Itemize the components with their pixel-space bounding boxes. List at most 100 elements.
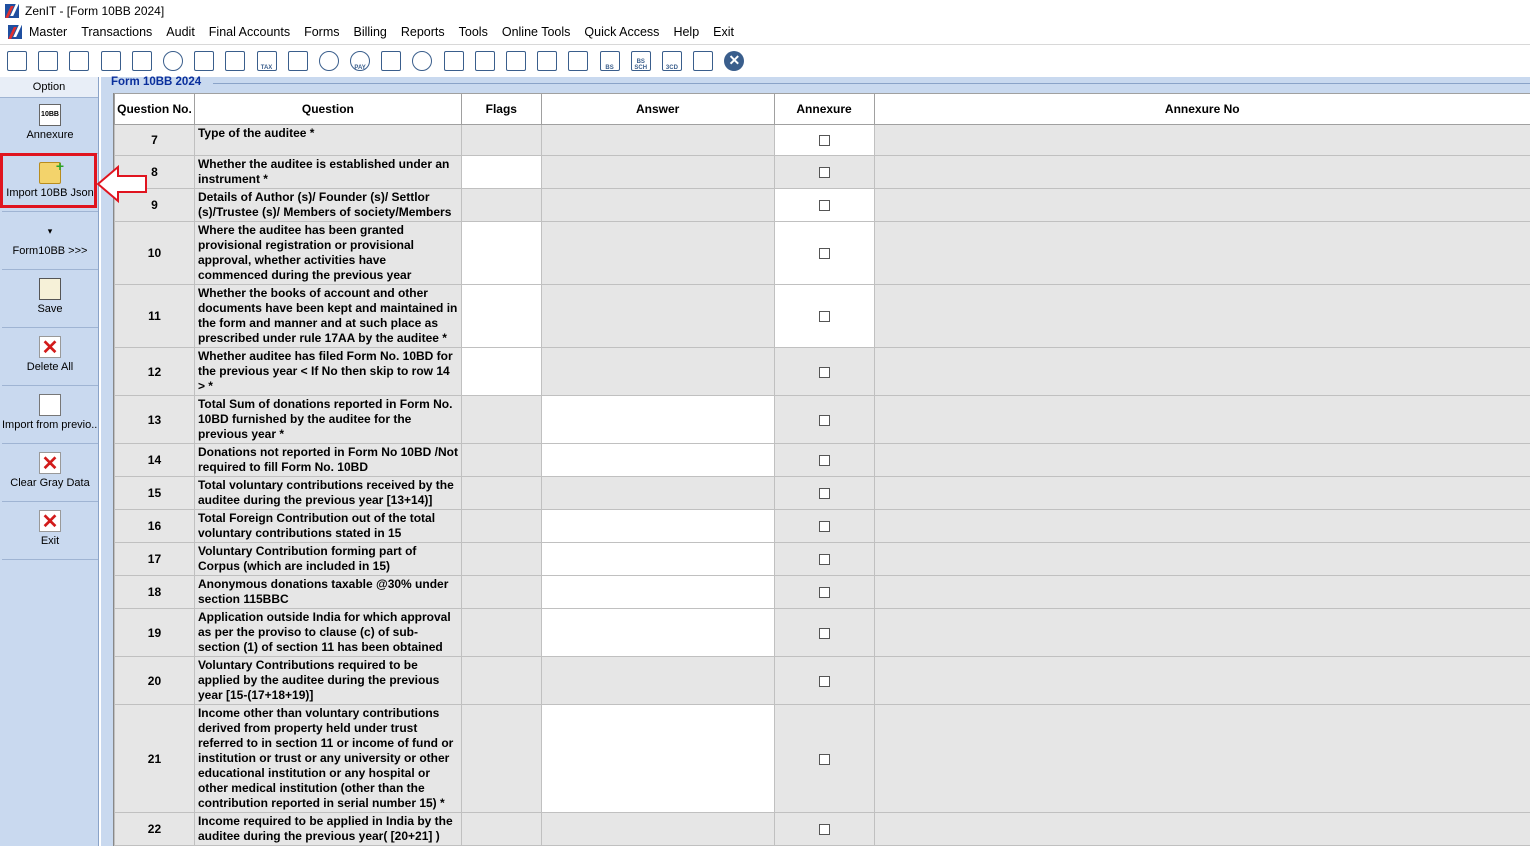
menu-transactions[interactable]: Transactions <box>81 25 152 39</box>
exit-button[interactable]: ✕ Exit <box>2 504 98 560</box>
annexure-cell[interactable] <box>773 542 875 576</box>
annexure-cell[interactable] <box>773 284 875 348</box>
answer-cell[interactable] <box>540 124 775 156</box>
flags-cell[interactable] <box>460 704 542 813</box>
annexure-checkbox[interactable] <box>818 488 830 500</box>
annexure-checkbox[interactable] <box>818 627 830 639</box>
menu-final-accounts[interactable]: Final Accounts <box>209 25 290 39</box>
annexure-cell[interactable] <box>773 812 875 846</box>
annexure-checkbox[interactable] <box>818 455 830 467</box>
building-icon[interactable] <box>66 48 92 74</box>
flags-cell[interactable] <box>460 575 542 609</box>
annexure-cell[interactable] <box>773 395 875 444</box>
flags-cell[interactable] <box>460 395 542 444</box>
flags-cell[interactable] <box>460 509 542 543</box>
col-annexure[interactable]: Annexure <box>773 93 875 125</box>
annexure-checkbox[interactable] <box>818 587 830 599</box>
import-from-previous-button[interactable]: Import from previo... <box>2 388 98 444</box>
flags-cell[interactable] <box>460 124 542 156</box>
bar-chart-icon[interactable] <box>98 48 124 74</box>
answer-cell[interactable] <box>540 221 775 285</box>
annexure-checkbox[interactable] <box>818 366 830 378</box>
col-flags[interactable]: Flags <box>460 93 542 125</box>
answer-cell[interactable] <box>540 608 775 657</box>
annexure-no-cell[interactable] <box>873 221 1530 285</box>
form10bb-dropdown-button[interactable]: ▾ Form10BB >>> <box>2 214 98 270</box>
annexure-cell[interactable] <box>773 509 875 543</box>
bs-sch-icon[interactable]: BS SCH <box>628 48 654 74</box>
answer-cell[interactable] <box>540 155 775 189</box>
book-icon[interactable] <box>378 48 404 74</box>
col-question[interactable]: Question <box>193 93 462 125</box>
menu-master[interactable]: Master <box>29 25 67 39</box>
annexure-checkbox[interactable] <box>818 521 830 533</box>
annexure-button[interactable]: 10BB Annexure <box>2 98 98 154</box>
delete-all-button[interactable]: ✕ Delete All <box>2 330 98 386</box>
annexure-checkbox[interactable] <box>818 200 830 212</box>
col-answer[interactable]: Answer <box>540 93 775 125</box>
clear-gray-data-button[interactable]: ✕ Clear Gray Data <box>2 446 98 502</box>
annexure-cell[interactable] <box>773 155 875 189</box>
annexure-checkbox[interactable] <box>818 554 830 566</box>
answer-cell[interactable] <box>540 575 775 609</box>
annexure-no-cell[interactable] <box>873 476 1530 510</box>
refresh-doc-icon[interactable] <box>565 48 591 74</box>
3cd-icon[interactable]: 3CD <box>659 48 685 74</box>
answer-cell[interactable] <box>540 509 775 543</box>
annexure-no-cell[interactable] <box>873 656 1530 705</box>
report-icon[interactable] <box>441 48 467 74</box>
col-annexure-no[interactable]: Annexure No <box>873 93 1530 125</box>
answer-cell[interactable] <box>540 812 775 846</box>
ledger-icon[interactable] <box>4 48 30 74</box>
col-question-no[interactable]: Question No. <box>114 93 195 125</box>
annexure-no-cell[interactable] <box>873 395 1530 444</box>
flags-cell[interactable] <box>460 476 542 510</box>
save-button[interactable]: Save <box>2 272 98 328</box>
answer-cell[interactable] <box>540 284 775 348</box>
answer-cell[interactable] <box>540 542 775 576</box>
flags-cell[interactable] <box>460 188 542 222</box>
answer-cell[interactable] <box>540 476 775 510</box>
answer-cell[interactable] <box>540 347 775 396</box>
annexure-no-cell[interactable] <box>873 443 1530 477</box>
annexure-checkbox[interactable] <box>818 248 830 260</box>
flags-cell[interactable] <box>460 155 542 189</box>
annexure-no-cell[interactable] <box>873 124 1530 156</box>
flags-cell[interactable] <box>460 443 542 477</box>
form-icon[interactable] <box>690 48 716 74</box>
annexure-cell[interactable] <box>773 347 875 396</box>
calculator-icon[interactable] <box>285 48 311 74</box>
annexure-cell[interactable] <box>773 608 875 657</box>
tax-icon[interactable]: TAX <box>254 48 280 74</box>
menu-online-tools[interactable]: Online Tools <box>502 25 571 39</box>
menu-help[interactable]: Help <box>673 25 699 39</box>
annexure-no-cell[interactable] <box>873 608 1530 657</box>
annexure-checkbox[interactable] <box>818 414 830 426</box>
answer-cell[interactable] <box>540 188 775 222</box>
flags-cell[interactable] <box>460 221 542 285</box>
menu-reports[interactable]: Reports <box>401 25 445 39</box>
annexure-no-cell[interactable] <box>873 347 1530 396</box>
people-icon[interactable] <box>160 48 186 74</box>
annexure-checkbox[interactable] <box>818 675 830 687</box>
flags-cell[interactable] <box>460 656 542 705</box>
annexure-cell[interactable] <box>773 575 875 609</box>
annexure-cell[interactable] <box>773 443 875 477</box>
tag-icon[interactable] <box>191 48 217 74</box>
answer-cell[interactable] <box>540 656 775 705</box>
annexure-no-cell[interactable] <box>873 542 1530 576</box>
info-icon[interactable] <box>409 48 435 74</box>
flags-cell[interactable] <box>460 608 542 657</box>
flags-cell[interactable] <box>460 284 542 348</box>
menu-exit[interactable]: Exit <box>713 25 734 39</box>
annexure-checkbox[interactable] <box>818 311 830 323</box>
close-circle-icon[interactable]: ✕ <box>721 48 747 74</box>
annexure-cell[interactable] <box>773 188 875 222</box>
annexure-checkbox[interactable] <box>818 135 830 147</box>
annexure-checkbox[interactable] <box>818 167 830 179</box>
flags-cell[interactable] <box>460 347 542 396</box>
menu-forms[interactable]: Forms <box>304 25 339 39</box>
menu-audit[interactable]: Audit <box>166 25 195 39</box>
user-doc-icon[interactable] <box>472 48 498 74</box>
annexure-no-cell[interactable] <box>873 188 1530 222</box>
